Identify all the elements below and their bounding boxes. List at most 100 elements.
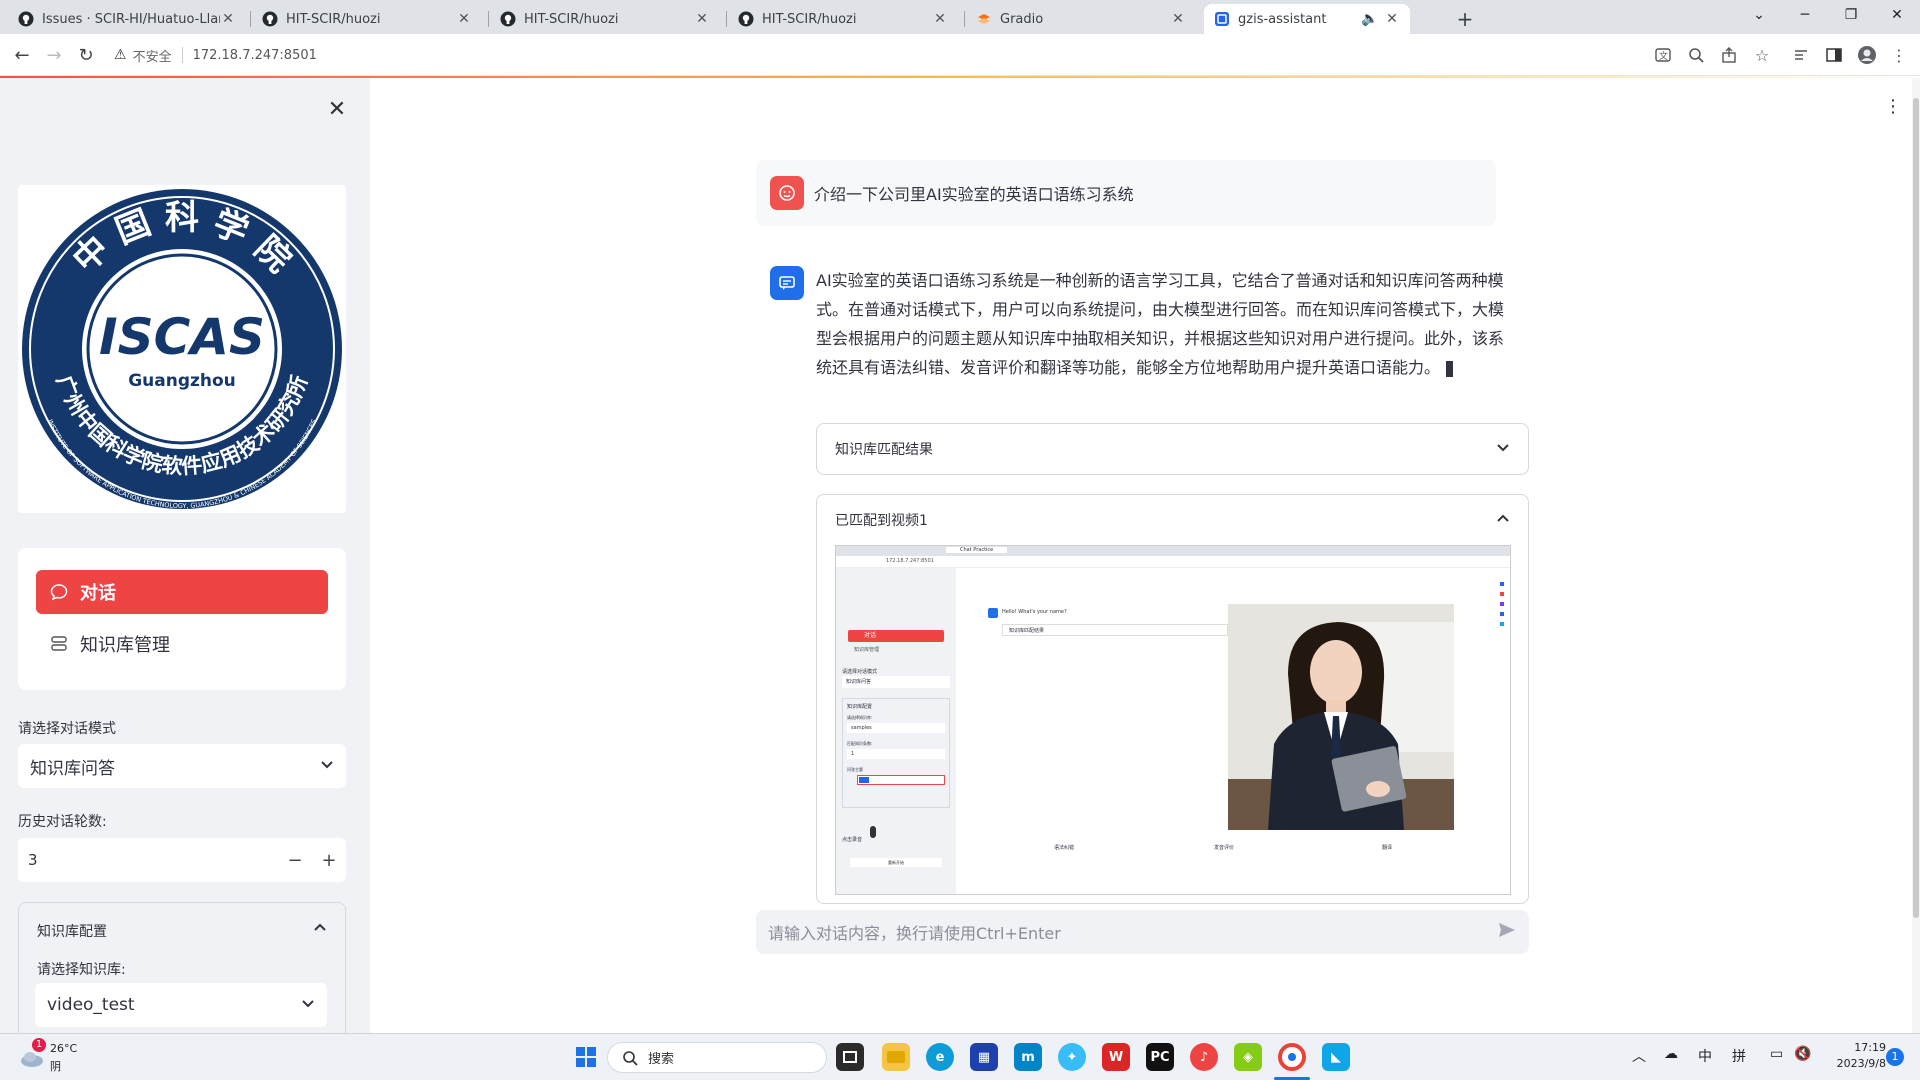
scrollbar-thumb[interactable] [1913,98,1919,918]
forward-button[interactable]: → [40,41,68,69]
tab-search-dropdown-icon[interactable]: ⌄ [1736,0,1782,30]
mode-select[interactable]: 知识库问答 [18,744,346,788]
close-icon[interactable]: ✕ [220,11,236,27]
search-icon [623,1050,638,1066]
warning-icon[interactable]: ⚠ [114,47,127,63]
bookmark-star-icon[interactable]: ☆ [1751,44,1773,66]
sidebar-close-icon[interactable]: ✕ [326,97,348,122]
windows-start-icon[interactable] [572,1043,600,1071]
browser-tab-huatuo[interactable]: Issues · SCIR-HI/Huatuo-Llama ✕ [8,4,246,34]
pycharm-icon[interactable]: PC [1146,1043,1174,1071]
speaker-mute-icon[interactable]: 🔈 [1361,11,1378,27]
app-menu-icon[interactable]: ⋮ [1884,96,1902,117]
kb-select[interactable]: video_test [35,983,327,1027]
chat-input[interactable]: 请输入对话内容，换行请使用Ctrl+Enter [756,910,1529,954]
menu-item-kb-management[interactable]: 知识库管理 [36,622,328,666]
chevron-down-icon [301,995,315,1015]
reload-button[interactable]: ↻ [72,41,100,69]
page-scrollbar[interactable] [1912,78,1920,1033]
close-icon[interactable]: ✕ [456,11,472,27]
mode-select-value: 知识库问答 [30,758,115,779]
video-expander-header[interactable]: 已匹配到视频1 [817,495,1528,545]
history-value[interactable]: 3 [18,851,278,869]
tray-chevron-up-icon[interactable]: ︿ [1632,1046,1646,1066]
volume-muted-icon[interactable]: 🔇 [1794,1046,1811,1062]
feishu-icon[interactable]: ✦ [1058,1043,1086,1071]
clock-time[interactable]: 17:19 [1826,1041,1886,1054]
chat-bubble-icon [50,584,68,601]
user-avatar-icon [770,176,804,210]
sidebar: ✕ 中 国 科 学 院 广州中国科学院软件应用技术研究所 INSTITUTE O… [0,78,370,1033]
translate-icon[interactable]: 文 [1652,44,1674,66]
send-icon[interactable] [1497,920,1517,944]
ime-mode[interactable]: 拼 [1732,1046,1746,1066]
browser-tab-huozi-1[interactable]: HIT-SCIR/huozi ✕ [252,4,482,34]
frame-topic-input [857,775,945,785]
frame-url: 172.18.7.247:8501 [886,558,934,564]
close-icon[interactable]: ✕ [694,11,710,27]
netease-music-icon[interactable]: ♪ [1190,1043,1218,1071]
weather-desc: 阴 [50,1060,61,1073]
frame-kb-title: 知识库配置 [847,704,873,710]
zoom-icon[interactable] [1685,44,1707,66]
weather-badge: 1 [32,1038,46,1052]
history-label: 历史对话轮数: [18,814,107,830]
mindmap-app-icon[interactable]: m [1014,1043,1042,1071]
browser-address-bar: ← → ↻ ⚠ 不安全 172.18.7.247:8501 文 ☆ ⋮ [0,34,1920,76]
back-button[interactable]: ← [8,41,36,69]
tab-separator [250,11,251,27]
frame-chat-prompt: Hello! What's your name? [1002,609,1067,615]
omnibox[interactable]: ⚠ 不安全 172.18.7.247:8501 [114,40,317,70]
minimize-button[interactable]: ─ [1782,0,1828,30]
frame-grammar-button: 语法纠错 [1054,845,1075,851]
frame-tabbar: Chat Practice [836,546,1510,556]
ms-store-icon[interactable]: ▦ [970,1043,998,1071]
file-explorer-icon[interactable] [882,1043,910,1071]
decrement-button[interactable]: − [278,850,312,871]
close-window-button[interactable]: ✕ [1874,0,1920,30]
notification-badge[interactable]: 1 [1886,1048,1904,1066]
history-stepper[interactable]: 3 − + [18,838,346,882]
wechat-work-icon[interactable]: ◈ [1234,1043,1262,1071]
browser-tab-gradio[interactable]: Gradio ✕ [966,4,1196,34]
share-icon[interactable] [1718,44,1740,66]
chrome-icon[interactable] [1278,1043,1306,1071]
feishu-lark-icon[interactable]: ◣ [1322,1043,1350,1071]
weather-widget[interactable]: 1 [18,1038,52,1072]
chevron-up-icon[interactable] [313,919,327,938]
browser-tab-huozi-3[interactable]: HIT-SCIR/huozi ✕ [728,4,958,34]
restore-button[interactable]: ❐ [1828,0,1874,30]
reading-list-icon[interactable] [1790,44,1812,66]
video-frame[interactable]: Chat Practice 172.18.7.247:8501 对话 知识库管理… [835,545,1511,895]
nav-menu: 对话 知识库管理 [18,548,346,690]
side-panel-icon[interactable] [1823,44,1845,66]
mode-label: 请选择对话模式 [18,721,116,737]
browser-tab-huozi-2[interactable]: HIT-SCIR/huozi ✕ [490,4,720,34]
edge-browser-icon[interactable]: e [926,1043,954,1071]
frame-kb-card: 知识库配置 请选择知识库: samples 匹配知识条数: 1 问答主题 [842,698,950,808]
frame-match-select: 1 [847,749,945,759]
taskbar-search[interactable]: 搜索 [607,1042,827,1073]
kb-results-expander[interactable]: 知识库匹配结果 [816,423,1529,475]
close-icon[interactable]: ✕ [932,11,948,27]
url-divider [181,47,183,63]
menu-item-chat[interactable]: 对话 [36,570,328,614]
ime-lang[interactable]: 中 [1698,1046,1712,1066]
new-tab-button[interactable]: + [1450,4,1480,34]
close-icon[interactable]: ✕ [1170,11,1186,27]
menu-item-label: 对话 [80,583,116,604]
clock-date[interactable]: 2023/9/8 [1826,1057,1886,1070]
onedrive-icon[interactable]: ☁ [1664,1046,1678,1062]
browser-menu-icon[interactable]: ⋮ [1888,44,1910,66]
profile-avatar-icon[interactable] [1856,44,1878,66]
wps-icon[interactable]: W [1102,1043,1130,1071]
frame-tab-title: Chat Practice [946,547,1008,553]
close-icon[interactable]: ✕ [1384,11,1400,27]
network-icon[interactable]: ▭ [1770,1046,1783,1062]
frame-kb-select: samples [847,723,945,733]
gradio-icon [976,11,992,27]
task-view-icon[interactable] [836,1043,864,1071]
logo-sub-text: Guangzhou [128,371,236,391]
increment-button[interactable]: + [312,850,346,871]
browser-tab-gzis-assistant[interactable]: gzis-assistant 🔈 ✕ [1204,4,1410,34]
